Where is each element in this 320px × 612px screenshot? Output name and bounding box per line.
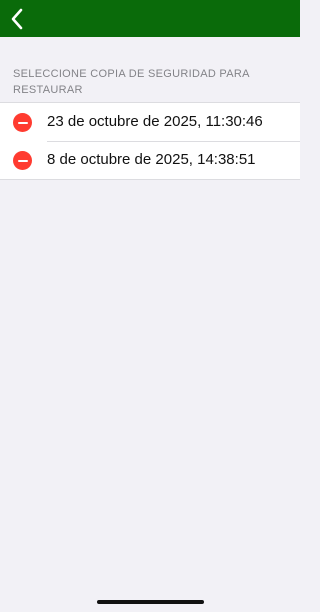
back-button[interactable] [4, 5, 30, 33]
section-header: SELECCIONE COPIA DE SEGURIDAD PARA RESTA… [13, 68, 250, 96]
backup-list: 23 de octubre de 2025, 11:30:46 8 de oct… [0, 102, 300, 180]
chevron-left-icon [11, 8, 23, 30]
minus-circle-icon [17, 159, 28, 162]
backup-row[interactable]: 8 de octubre de 2025, 14:38:51 [0, 141, 300, 179]
delete-button[interactable] [13, 113, 32, 132]
minus-circle-icon [17, 121, 28, 124]
backup-row[interactable]: 23 de octubre de 2025, 11:30:46 [0, 103, 300, 141]
backup-date-label: 23 de octubre de 2025, 11:30:46 [47, 113, 263, 130]
home-indicator [97, 600, 204, 604]
backup-date-label: 8 de octubre de 2025, 14:38:51 [47, 151, 256, 168]
navigation-bar [0, 0, 300, 37]
delete-button[interactable] [13, 151, 32, 170]
